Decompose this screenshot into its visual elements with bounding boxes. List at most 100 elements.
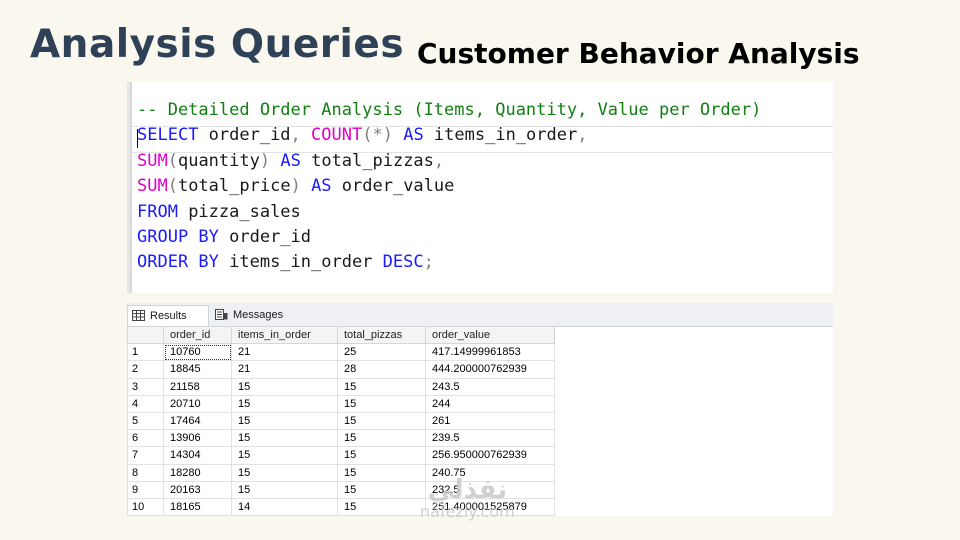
cell-order-id[interactable]: 21158 — [163, 377, 232, 396]
cell-total-pizzas[interactable]: 15 — [337, 497, 426, 516]
code-token: quantity — [177, 150, 260, 171]
table-row[interactable]: 8 18280 15 15 240.75 — [127, 463, 555, 482]
table-row[interactable]: 1 10760 21 25 417.14999961853 — [127, 343, 555, 362]
table-row[interactable]: 10 18165 14 15 251.400001525879 — [127, 497, 555, 516]
cell-order-id[interactable]: 18845 — [163, 360, 232, 379]
cell-order-id[interactable]: 18165 — [163, 497, 232, 516]
text-caret — [137, 129, 138, 148]
cell-total-pizzas[interactable]: 15 — [337, 377, 426, 396]
cell-total-pizzas[interactable]: 28 — [337, 360, 426, 379]
code-token: AS — [403, 125, 424, 146]
row-number: 3 — [127, 377, 164, 396]
tab-messages-label: Messages — [233, 309, 284, 321]
cell-total-pizzas[interactable]: 15 — [337, 463, 426, 482]
table-row[interactable]: 6 13906 15 15 239.5 — [127, 429, 555, 448]
cell-order-id[interactable]: 13906 — [163, 429, 232, 448]
cell-items-in-order[interactable]: 15 — [231, 394, 338, 413]
sql-editor[interactable]: -- Detailed Order Analysis (Items, Quant… — [127, 82, 833, 293]
code-token: COUNT — [311, 125, 363, 146]
cell-total-pizzas[interactable]: 15 — [337, 446, 426, 465]
code-token: ) — [290, 176, 301, 197]
cell-total-pizzas[interactable]: 15 — [337, 429, 426, 448]
code-line: SELECT order_id, COUNT(*) AS items_in_or… — [137, 123, 587, 148]
cell-items-in-order[interactable]: 15 — [231, 446, 338, 465]
code-token: ( — [167, 176, 178, 197]
cell-items-in-order[interactable]: 21 — [231, 360, 338, 379]
code-token: pizza_sales — [177, 201, 301, 222]
cell-order-value[interactable]: 256.950000762939 — [425, 446, 555, 465]
cell-order-value[interactable]: 251.400001525879 — [425, 497, 555, 516]
code-line: SUM(quantity) AS total_pizzas, — [137, 149, 444, 174]
code-token: , — [290, 125, 301, 146]
code-token: FROM — [137, 201, 178, 222]
cell-order-value[interactable]: 417.14999961853 — [425, 343, 555, 362]
code-token: (*) — [362, 125, 393, 146]
tab-messages[interactable]: Messages — [211, 305, 283, 325]
column-header-total-pizzas[interactable]: total_pizzas — [337, 325, 426, 345]
cell-items-in-order[interactable]: 15 — [231, 480, 338, 499]
table-row[interactable]: 7 14304 15 15 256.950000762939 — [127, 446, 555, 465]
code-token: SELECT — [137, 125, 199, 146]
cell-total-pizzas[interactable]: 15 — [337, 480, 426, 499]
cell-order-id[interactable]: 10760 — [163, 343, 232, 362]
cell-total-pizzas[interactable]: 25 — [337, 343, 426, 362]
cell-order-id[interactable]: 20163 — [163, 480, 232, 499]
table-row[interactable]: 4 20710 15 15 244 — [127, 394, 555, 413]
cell-items-in-order[interactable]: 15 — [231, 411, 338, 431]
results-header-row: order_id items_in_order total_pizzas ord… — [127, 325, 555, 345]
tab-results-label: Results — [150, 310, 187, 322]
cell-items-in-order[interactable]: 15 — [231, 429, 338, 448]
row-number-header — [127, 325, 164, 345]
table-row[interactable]: 9 20163 15 15 232.5 — [127, 480, 555, 499]
code-token: DESC — [382, 252, 424, 273]
code-line: FROM pizza_sales — [137, 200, 301, 225]
table-row[interactable]: 2 18845 21 28 444.200000762939 — [127, 360, 555, 379]
cell-items-in-order[interactable]: 15 — [231, 377, 338, 396]
code-line: GROUP BY order_id — [137, 225, 311, 250]
results-grid[interactable]: order_id items_in_order total_pizzas ord… — [127, 325, 555, 516]
code-token: AS — [280, 150, 301, 171]
cell-order-id[interactable]: 20710 — [163, 394, 232, 413]
cell-order-value[interactable]: 243.5 — [425, 377, 555, 396]
cell-order-value[interactable]: 232.5 — [425, 480, 555, 499]
cell-order-value[interactable]: 240.75 — [425, 463, 555, 482]
code-token: AS — [311, 176, 332, 197]
cell-total-pizzas[interactable]: 15 — [337, 394, 426, 413]
code-token: GROUP BY — [137, 227, 219, 247]
code-token: items_in_order — [423, 125, 578, 146]
cell-order-value[interactable]: 444.200000762939 — [425, 360, 555, 379]
code-token: SUM — [137, 150, 168, 171]
row-number: 9 — [127, 480, 164, 499]
cell-order-id[interactable]: 14304 — [163, 446, 232, 465]
cell-order-value[interactable]: 244 — [425, 394, 555, 413]
row-number: 4 — [127, 394, 164, 413]
cell-order-value[interactable]: 261 — [425, 411, 555, 431]
row-number: 8 — [127, 463, 164, 482]
cell-order-id[interactable]: 17464 — [163, 411, 232, 431]
results-pane: Results Messages order_id items_in_order… — [127, 303, 833, 516]
code-token: total_price — [177, 176, 291, 197]
code-token: total_pizzas — [300, 150, 434, 171]
cell-total-pizzas[interactable]: 15 — [337, 411, 426, 431]
column-header-items-in-order[interactable]: items_in_order — [231, 325, 338, 345]
tab-results[interactable]: Results — [127, 305, 209, 326]
code-line: ORDER BY items_in_order DESC; — [137, 250, 434, 275]
table-row[interactable]: 5 17464 15 15 261 — [127, 411, 555, 431]
column-header-order-id[interactable]: order_id — [163, 325, 232, 345]
code-token: ; — [423, 252, 434, 273]
cell-items-in-order[interactable]: 14 — [231, 497, 338, 516]
code-token: -- Detailed Order Analysis (Items, Quant… — [137, 100, 762, 120]
cell-order-id[interactable]: 18280 — [163, 463, 232, 482]
row-number: 10 — [127, 497, 164, 516]
code-line: -- Detailed Order Analysis (Items, Quant… — [137, 98, 761, 123]
row-number: 6 — [127, 429, 164, 448]
cell-order-value[interactable]: 239.5 — [425, 429, 555, 448]
column-header-order-value[interactable]: order_value — [425, 325, 555, 345]
code-token: ( — [167, 150, 178, 171]
cell-items-in-order[interactable]: 15 — [231, 463, 338, 482]
cell-items-in-order[interactable]: 21 — [231, 343, 338, 362]
table-row[interactable]: 3 21158 15 15 243.5 — [127, 377, 555, 396]
row-number: 7 — [127, 446, 164, 465]
code-token: ) — [259, 150, 271, 171]
